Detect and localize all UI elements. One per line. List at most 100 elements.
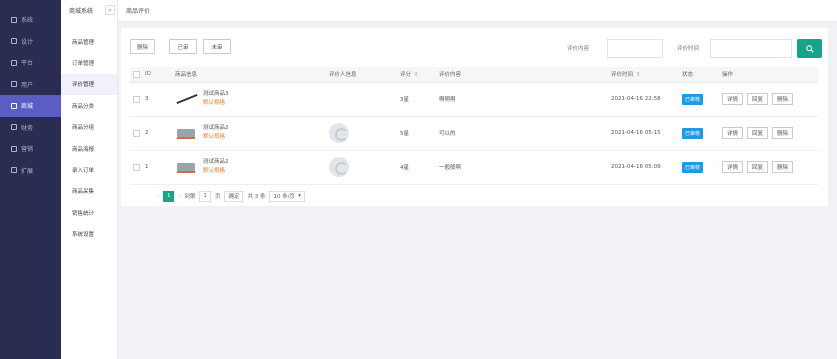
delete-row-button[interactable]: 删除	[772, 127, 794, 139]
monitor-icon	[11, 38, 17, 45]
sidebar-item-marketing[interactable]: 营销	[0, 138, 61, 160]
product-info: 测试商品2 默认规格	[175, 158, 329, 176]
total-count: 共 3 条	[247, 194, 266, 200]
detail-button[interactable]: 详情	[722, 161, 744, 173]
submenu-item-add-order[interactable]: 录入订单	[61, 159, 117, 180]
reviewed-button[interactable]: 已审	[169, 39, 197, 54]
search-button[interactable]	[797, 39, 822, 58]
submenu-item-settings[interactable]: 系统设置	[61, 224, 117, 245]
next-page-icon[interactable]: ›	[178, 193, 180, 199]
delete-row-button[interactable]: 删除	[772, 161, 794, 173]
sidebar-item-finance[interactable]: 财务	[0, 117, 61, 139]
row-checkbox[interactable]	[133, 129, 140, 137]
content-search-input[interactable]	[607, 39, 663, 58]
detail-button[interactable]: 详情	[722, 93, 744, 105]
prev-page-icon[interactable]: ‹	[157, 193, 159, 199]
product-image	[175, 126, 197, 140]
submenu-item-orders[interactable]: 订单管理	[61, 52, 117, 73]
header-product: 商品信息	[175, 67, 329, 83]
gear-icon	[11, 16, 17, 23]
sidebar-item-extend[interactable]: 扩展	[0, 160, 61, 182]
product-name[interactable]: 测试商品3	[203, 90, 229, 99]
submenu-item-reviews[interactable]: 评价管理	[61, 73, 117, 96]
header-status: 状态	[682, 67, 722, 83]
submenu-item-collect[interactable]: 商品采集	[61, 181, 117, 202]
row-content: 啊啊啊	[439, 82, 611, 117]
pagination: ‹ 1 › 到第 1 页 确定 共 3 条 10 条/页 ▾	[157, 190, 305, 202]
table-header: ID 商品信息 评价人信息 评分 ⇕ 评价内容 评价时间 ⇕ 状态 操作	[130, 67, 818, 83]
avatar	[329, 157, 349, 177]
avatar	[329, 123, 349, 143]
collapse-icon[interactable]: «	[105, 5, 115, 15]
submenu-header: 商城系统 «	[61, 0, 117, 20]
wallet-icon	[11, 124, 17, 131]
row-score: 4星	[400, 150, 439, 185]
submenu-title: 商城系统	[69, 7, 94, 15]
row-actions: 详情 回复 删除	[722, 93, 818, 105]
submenu-item-groups[interactable]: 商品分组	[61, 117, 117, 138]
delete-button[interactable]: 删除	[130, 39, 155, 54]
detail-button[interactable]: 详情	[722, 127, 744, 139]
select-all-checkbox[interactable]	[133, 70, 140, 78]
submenu-item-categories[interactable]: 商品分类	[61, 95, 117, 116]
row-actions: 详情 回复 删除	[722, 127, 818, 139]
row-checkbox[interactable]	[133, 163, 140, 171]
sidebar-item-design[interactable]: 设计	[0, 31, 61, 53]
status-badge[interactable]: 已审核	[682, 93, 704, 105]
reviewer-info	[329, 157, 400, 177]
header-ops: 操作	[722, 67, 818, 83]
product-spec: 默认规格	[203, 100, 226, 106]
delete-row-button[interactable]: 删除	[772, 93, 794, 105]
sort-icon[interactable]: ⇕	[414, 72, 419, 78]
sidebar-item-shop[interactable]: 商城	[0, 95, 61, 117]
time-label: 评价时间	[677, 46, 700, 52]
sidebar-item-platform[interactable]: 平台	[0, 52, 61, 74]
goto-input[interactable]: 1	[199, 190, 211, 202]
product-image	[175, 92, 197, 106]
page-current[interactable]: 1	[163, 190, 175, 202]
status-badge[interactable]: 已审核	[682, 127, 704, 139]
user-icon	[11, 81, 17, 88]
table-row: 1 测试商品2 默认规格 4星 一般般啊 2021-04-16 05:09 已审核…	[130, 150, 818, 185]
page-size-label: 10 条/页	[273, 194, 296, 200]
row-actions: 详情 回复 删除	[722, 161, 818, 173]
status-badge[interactable]: 已审核	[682, 161, 704, 173]
main-sidebar: 系统 设计 平台 用户 商城 财务 营销 扩展	[0, 0, 61, 359]
row-checkbox[interactable]	[133, 95, 140, 103]
submenu-item-products[interactable]: 商品管理	[61, 31, 117, 52]
sort-icon[interactable]: ⇕	[636, 72, 641, 78]
reply-button[interactable]: 回复	[747, 161, 769, 173]
product-spec: 默认规格	[203, 134, 226, 140]
product-image	[175, 160, 197, 174]
product-info: 测试商品3 默认规格	[175, 90, 329, 108]
review-panel: 删除 已审 未审 评价内容 评价时间 ID 商品信息 评价人信息 评分 ⇕ 评价内…	[121, 28, 828, 206]
row-score: 3星	[400, 82, 439, 117]
unreviewed-button[interactable]: 未审	[203, 39, 231, 54]
product-name[interactable]: 测试商品2	[203, 124, 229, 133]
header-score: 评分	[400, 72, 412, 79]
page-size-select[interactable]: 10 条/页 ▾	[269, 190, 305, 202]
sidebar-item-users[interactable]: 用户	[0, 74, 61, 96]
table-row: 3 测试商品3 默认规格 3星 啊啊啊 2021-04-16 22:58 已审核 …	[130, 82, 818, 117]
product-name[interactable]: 测试商品2	[203, 158, 229, 167]
search-icon	[805, 44, 814, 53]
main-content: 商品评价 删除 已审 未审 评价内容 评价时间 ID 商品信息 评价人信息 评分…	[118, 0, 837, 359]
row-id: 3	[145, 82, 175, 117]
sidebar-item-system[interactable]: 系统	[0, 9, 61, 31]
row-content: 可以的	[439, 116, 611, 151]
chevron-down-icon: ▾	[298, 193, 301, 199]
reply-button[interactable]: 回复	[747, 93, 769, 105]
shop-icon	[11, 102, 17, 109]
row-time: 2021-04-16 05:15	[611, 116, 682, 151]
header-content: 评价内容	[439, 67, 611, 83]
time-range-input[interactable]	[710, 39, 792, 58]
content-label: 评价内容	[567, 46, 590, 52]
monitor-icon	[11, 59, 17, 66]
reply-button[interactable]: 回复	[747, 127, 769, 139]
submenu-item-stats[interactable]: 销售统计	[61, 202, 117, 223]
breadcrumb: 商品评价	[118, 0, 837, 22]
row-content: 一般般啊	[439, 150, 611, 185]
confirm-button[interactable]: 确定	[224, 190, 244, 202]
submenu: 商城系统 « 商品管理 订单管理 评价管理 商品分类 商品分组 商品海报 录入订…	[61, 0, 118, 359]
submenu-item-posters[interactable]: 商品海报	[61, 138, 117, 159]
